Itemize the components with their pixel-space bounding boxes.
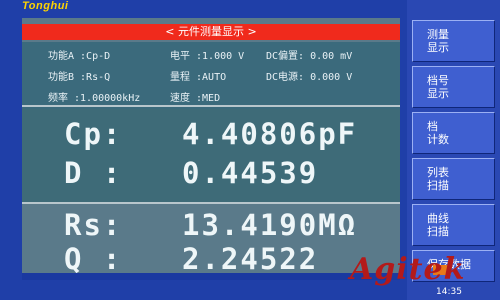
page-title: < 元件测量显示 > bbox=[22, 24, 400, 40]
status-strip bbox=[22, 273, 400, 280]
quaternary-value: 2.24522 bbox=[182, 242, 319, 276]
softkey-label: 列表 bbox=[427, 166, 449, 179]
watermark: Agitek bbox=[350, 252, 466, 287]
secondary-value: 0.44539 bbox=[182, 156, 319, 190]
softkey-measure-display[interactable]: 测量 显示 bbox=[412, 20, 495, 62]
quaternary-label: Q : bbox=[64, 242, 123, 276]
range-value[interactable]: 量程 :AUTO bbox=[170, 68, 226, 83]
softkey-label: 显示 bbox=[427, 87, 449, 100]
frequency-value[interactable]: 频率 :1.00000kHz bbox=[48, 89, 140, 104]
tertiary-label: Rs: bbox=[64, 208, 123, 242]
measurement-panel: < 元件测量显示 > 功能A :Cp-D 电平 :1.000 V DC偏置: 0… bbox=[22, 18, 400, 276]
speed-value[interactable]: 速度 :MED bbox=[170, 89, 220, 104]
softkey-label: 计数 bbox=[427, 133, 449, 146]
softkey-label: 扫描 bbox=[427, 225, 449, 238]
info-row-2: 功能B :Rs-Q 量程 :AUTO DC电源: 0.000 V bbox=[22, 68, 400, 86]
info-row-1: 功能A :Cp-D 电平 :1.000 V DC偏置: 0.00 mV bbox=[22, 47, 400, 65]
level-value[interactable]: 电平 :1.000 V bbox=[170, 47, 244, 62]
function-a[interactable]: 功能A :Cp-D bbox=[48, 47, 110, 62]
dc-bias-value[interactable]: DC偏置: 0.00 mV bbox=[266, 47, 352, 62]
primary-label: Cp: bbox=[64, 117, 123, 151]
softkey-trace-sweep[interactable]: 曲线 扫描 bbox=[412, 204, 495, 246]
primary-readout: Cp: 4.40806pF D : 0.44539 bbox=[22, 109, 400, 202]
softkey-label: 扫描 bbox=[427, 179, 449, 192]
tertiary-value: 13.4190MΩ bbox=[182, 208, 358, 242]
brand-logo: Tonghui bbox=[22, 0, 69, 12]
dc-source-value[interactable]: DC电源: 0.000 V bbox=[266, 68, 352, 83]
softkey-label: 曲线 bbox=[427, 212, 449, 225]
secondary-readout: Rs: 13.4190MΩ Q : 2.24522 bbox=[22, 204, 400, 276]
softkey-label: 测量 bbox=[427, 28, 449, 41]
function-b[interactable]: 功能B :Rs-Q bbox=[48, 68, 110, 83]
clock: 14:35 bbox=[436, 287, 462, 297]
secondary-label: D : bbox=[64, 156, 123, 190]
softkey-label: 档号 bbox=[427, 74, 449, 87]
softkey-label: 显示 bbox=[427, 41, 449, 54]
softkey-list-sweep[interactable]: 列表 扫描 bbox=[412, 158, 495, 200]
softkey-bin-no-display[interactable]: 档号 显示 bbox=[412, 66, 495, 108]
primary-value: 4.40806pF bbox=[182, 117, 358, 151]
softkey-bin-count[interactable]: 档 计数 bbox=[412, 112, 495, 154]
softkey-label: 档 bbox=[427, 120, 438, 133]
divider bbox=[22, 105, 400, 107]
